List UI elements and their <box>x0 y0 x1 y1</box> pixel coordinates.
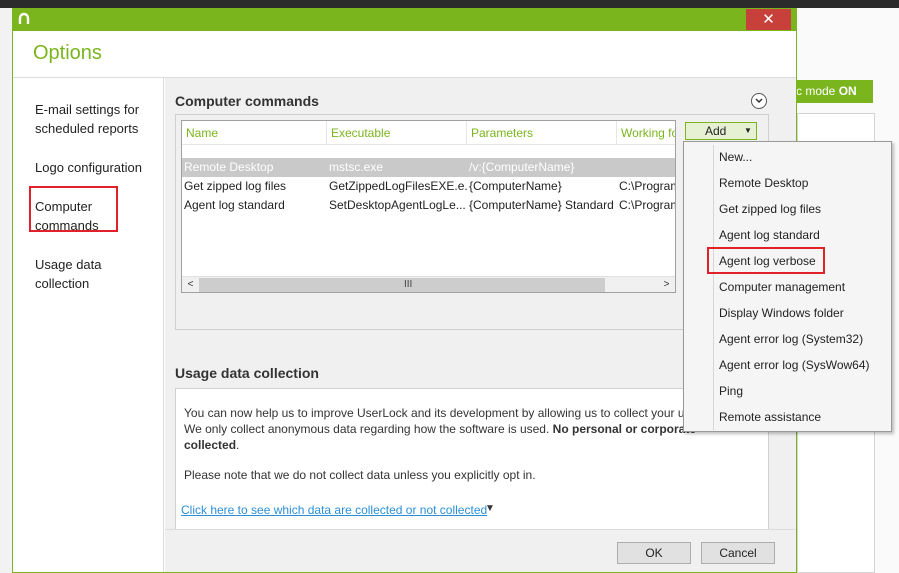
cell-parameters: {ComputerName} Standard <box>469 198 614 212</box>
sidebar-item-usage-data[interactable]: Usage data collection <box>35 255 102 293</box>
computer-commands-title: Computer commands <box>175 93 319 109</box>
menu-item-computer-management[interactable]: Computer management <box>719 278 845 296</box>
usage-line-3: collected. <box>184 437 239 453</box>
close-icon: ✕ <box>762 11 775 28</box>
scroll-right-icon[interactable]: > <box>658 277 675 292</box>
list-header: Name Executable Parameters Working fo <box>182 121 675 145</box>
cell-name: Remote Desktop <box>184 160 274 174</box>
cell-executable: mstsc.exe <box>329 160 384 174</box>
table-row[interactable]: Agent log standard SetDesktopAgentLogLe.… <box>182 196 676 215</box>
column-executable[interactable]: Executable <box>327 121 467 145</box>
data-collection-details-link[interactable]: Click here to see which data are collect… <box>181 503 487 517</box>
ok-button[interactable]: OK <box>617 542 691 564</box>
cell-executable: GetZippedLogFilesEXE.e... <box>329 179 467 193</box>
close-button[interactable]: ✕ <box>746 9 791 30</box>
sidebar-item-label: collection <box>35 276 90 291</box>
usage-data-panel: You can now help us to improve UserLock … <box>175 388 769 529</box>
menu-item-get-zipped-log-files[interactable]: Get zipped log files <box>719 200 821 218</box>
column-parameters[interactable]: Parameters <box>467 121 617 145</box>
menu-item-agent-error-log-syswow64[interactable]: Agent error log (SysWow64) <box>719 356 870 374</box>
cell-working-folder: C:\Program <box>619 198 676 212</box>
computer-commands-panel: Name Executable Parameters Working fo Re… <box>175 114 769 330</box>
options-dialog: ✕ Options E-mail settings for scheduled … <box>12 8 797 573</box>
usage-line-2-text: We only collect anonymous data regarding… <box>184 422 553 436</box>
usage-line-1: You can now help us to improve UserLock … <box>184 406 685 420</box>
options-sidebar: E-mail settings for scheduled reports Lo… <box>13 78 164 572</box>
usage-line-2: We only collect anonymous data regarding… <box>184 421 696 437</box>
cell-name: Agent log standard <box>184 198 285 212</box>
sidebar-item-email-settings[interactable]: E-mail settings for scheduled reports <box>35 100 139 138</box>
commands-list[interactable]: Name Executable Parameters Working fo Re… <box>181 120 676 293</box>
usage-line-3-bold: collected <box>184 438 237 452</box>
userlock-app-icon <box>16 12 32 28</box>
menu-item-remote-assistance[interactable]: Remote assistance <box>719 408 821 426</box>
cell-working-folder: C:\Program <box>619 179 676 193</box>
mode-value: ON <box>838 84 857 98</box>
scroll-left-icon[interactable]: < <box>182 277 199 292</box>
sidebar-item-label: scheduled reports <box>35 121 139 136</box>
sidebar-item-label: Logo configuration <box>35 160 142 175</box>
title-bar[interactable]: ✕ <box>13 9 796 31</box>
table-row[interactable]: Get zipped log files GetZippedLogFilesEX… <box>182 177 676 196</box>
menu-item-ping[interactable]: Ping <box>719 382 743 400</box>
sidebar-item-label: E-mail settings for <box>35 102 140 117</box>
background-top-bar <box>0 0 899 8</box>
menu-item-agent-log-standard[interactable]: Agent log standard <box>719 226 820 244</box>
menu-item-display-windows-folder[interactable]: Display Windows folder <box>719 304 844 322</box>
caret-down-icon: ▼ <box>744 126 752 135</box>
add-button-label: Add <box>705 124 727 138</box>
usage-line-3-text: . <box>236 438 240 452</box>
cell-parameters: {ComputerName} <box>469 179 562 193</box>
collapse-chevron-icon[interactable] <box>751 93 767 109</box>
sidebar-item-logo-configuration[interactable]: Logo configuration <box>35 158 142 177</box>
menu-item-agent-error-log-system32[interactable]: Agent error log (System32) <box>719 330 863 348</box>
add-command-button[interactable]: Add ▼ <box>685 122 757 140</box>
menu-highlight-annotation <box>707 247 825 274</box>
cell-working-folder <box>617 158 675 177</box>
usage-line-2-bold: No personal or corporate <box>552 422 697 436</box>
sidebar-item-label: Usage data <box>35 257 102 272</box>
horizontal-scrollbar[interactable]: < III > <box>182 276 675 292</box>
dialog-title: Options <box>33 42 102 64</box>
cell-parameters: /v:{ComputerName} <box>469 160 575 174</box>
usage-line-4: Please note that we do not collect data … <box>184 468 536 482</box>
usage-data-title: Usage data collection <box>175 365 319 381</box>
dialog-footer: OK Cancel <box>165 529 796 572</box>
cell-executable: SetDesktopAgentLogLe... <box>329 198 466 212</box>
cancel-button[interactable]: Cancel <box>701 542 775 564</box>
column-name[interactable]: Name <box>182 121 327 145</box>
table-row[interactable]: Remote Desktop mstsc.exe /v:{ComputerNam… <box>182 158 675 177</box>
menu-gutter <box>713 145 714 430</box>
column-working-folder[interactable]: Working fo <box>617 121 675 145</box>
sidebar-highlight-annotation <box>29 186 118 232</box>
background-left-strip <box>0 8 12 573</box>
scrollbar-thumb[interactable]: III <box>199 278 605 292</box>
automatic-mode-badge[interactable]: tic mode ON <box>788 80 873 103</box>
expand-triangle-icon[interactable]: ▼ <box>485 503 495 514</box>
cell-name: Get zipped log files <box>184 179 287 193</box>
add-command-menu: New... Remote Desktop Get zipped log fil… <box>683 141 892 432</box>
scrollbar-grip-icon: III <box>404 279 413 290</box>
menu-item-remote-desktop[interactable]: Remote Desktop <box>719 174 808 192</box>
menu-item-new[interactable]: New... <box>719 148 752 166</box>
